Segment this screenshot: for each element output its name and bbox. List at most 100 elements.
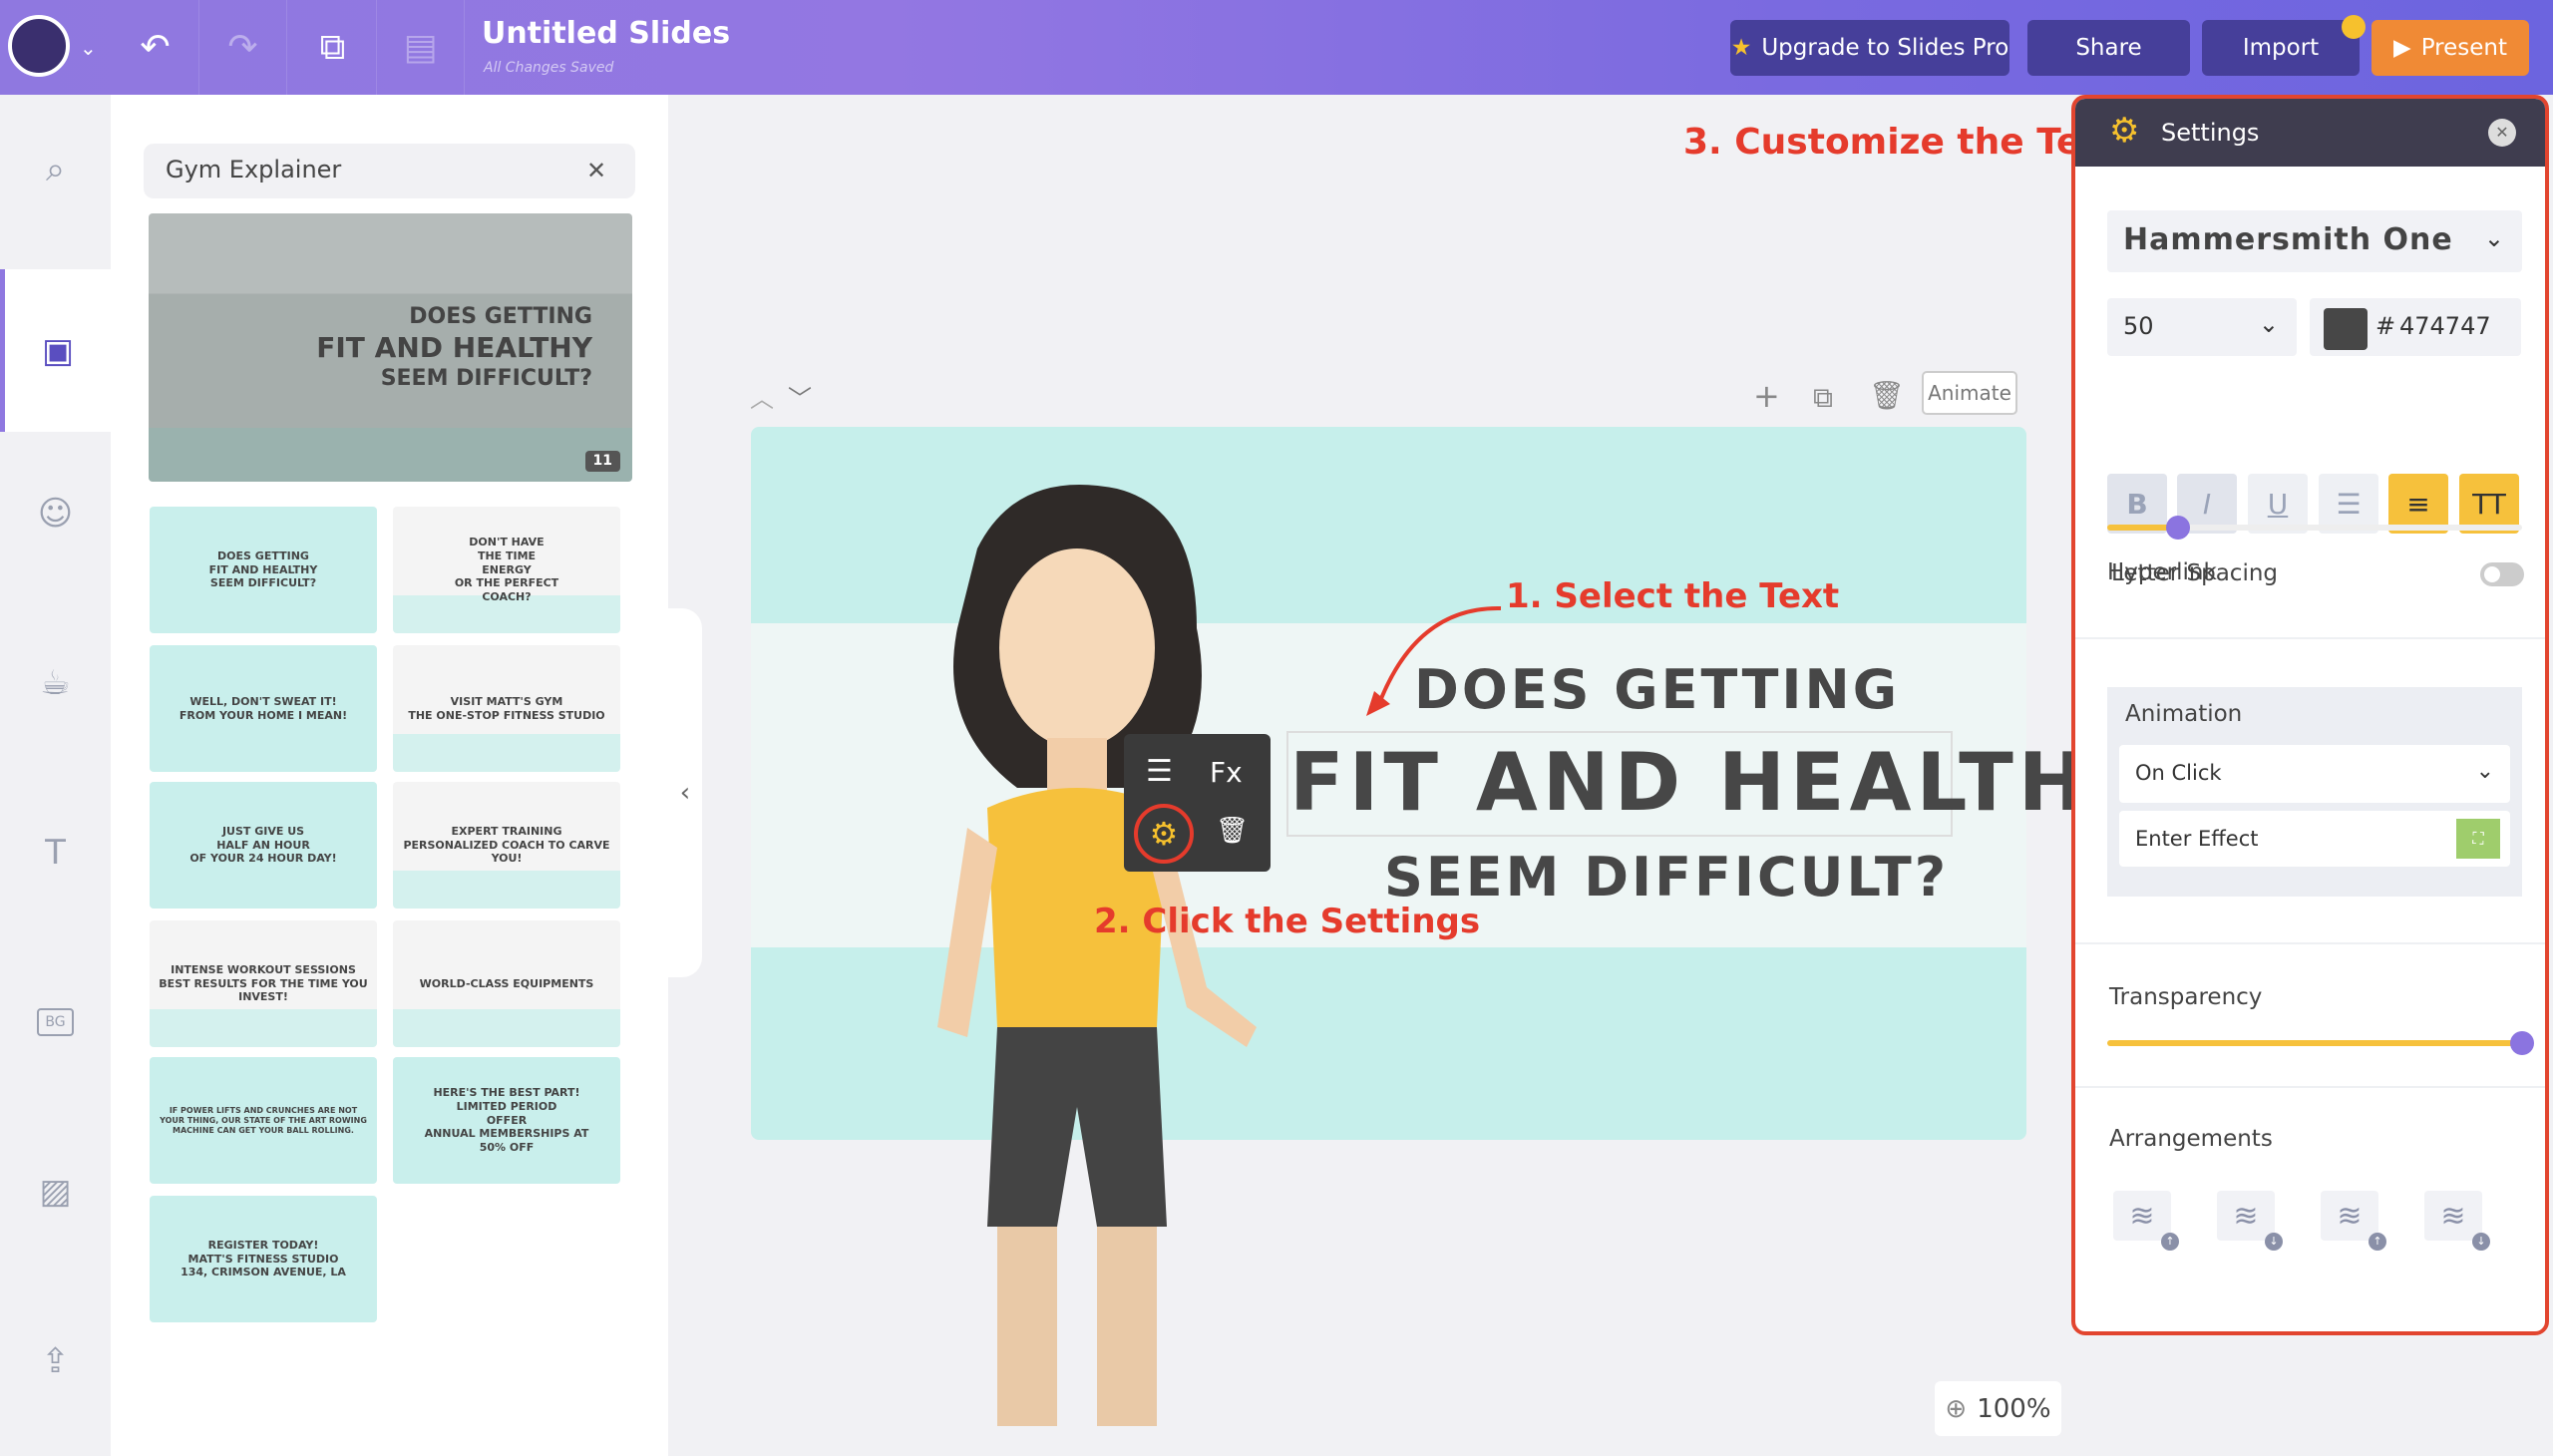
transparency-label: Transparency [2109, 984, 2263, 1010]
bring-to-front-button[interactable]: ≋ ↑ [2113, 1191, 2179, 1251]
thumbnail-text: 50% OFF [479, 1141, 535, 1155]
text-icon[interactable]: T [0, 803, 111, 903]
import-button[interactable]: Import [2202, 20, 2360, 76]
featured-line: DOES GETTING [409, 303, 592, 329]
character-illustration[interactable] [898, 469, 1316, 1456]
color-hex-value: 474747 [2399, 312, 2491, 340]
slide-text-line2[interactable]: FIT AND HEALTHY [1289, 736, 2153, 829]
bring-forward-button[interactable]: ≋ ↑ [2321, 1191, 2386, 1251]
upgrade-button[interactable]: ★ Upgrade to Slides Pro [1730, 20, 2009, 76]
character-icon[interactable]: ☺ [0, 464, 111, 563]
thumbnail-text: FIT AND HEALTHY [208, 562, 318, 576]
slide-thumbnail[interactable]: WORLD-CLASS EQUIPMENTS [393, 920, 620, 1047]
premium-badge-icon [2342, 15, 2366, 39]
transparency-slider[interactable] [2107, 1031, 2534, 1055]
color-swatch[interactable] [2324, 308, 2368, 350]
search-icon[interactable]: ⌕ [0, 120, 111, 219]
chevron-down-icon: ⌄ [2475, 759, 2494, 784]
slide-thumbnail[interactable]: DOES GETTING FIT AND HEALTHY SEEM DIFFICUL… [150, 507, 377, 633]
send-backward-button[interactable]: ≋ ↓ [2424, 1191, 2490, 1251]
enter-effect-label: Enter Effect [2135, 827, 2259, 851]
settings-header: ⚙ Settings ✕ [2075, 99, 2545, 167]
context-toolbar: ☰ Fx ⚙ 🗑 [1124, 734, 1271, 872]
arrangements-label: Arrangements [2109, 1126, 2273, 1152]
clipboard-icon[interactable]: ▤ [377, 0, 465, 95]
slide-thumbnail[interactable]: DON'T HAVE THE TIME ENERGY OR THE PERFECT CO… [393, 507, 620, 633]
delete-element-icon[interactable]: 🗑 [1216, 816, 1249, 846]
thumbnail-text: SEEM DIFFICULT? [209, 576, 317, 590]
align-icon[interactable]: ☰ [1146, 754, 1173, 789]
thumbnail-text: WORLD-CLASS EQUIPMENTS [419, 976, 594, 990]
featured-template[interactable]: DOES GETTING FIT AND HEALTHY SEEM DIFFIC… [149, 213, 632, 482]
thumbnail-text: BEST RESULTS FOR THE TIME YOU INVEST! [159, 976, 368, 1004]
effects-button[interactable]: Fx [1210, 756, 1243, 789]
slide-thumbnail[interactable]: REGISTER TODAY! MATT'S FITNESS STUDIO 134,… [150, 1196, 377, 1322]
transparency-thumb[interactable] [2510, 1031, 2534, 1055]
thumbnail-text: MATT'S FITNESS STUDIO [187, 1252, 339, 1266]
share-button[interactable]: Share [2027, 20, 2190, 76]
annotation-step1: 1. Select the Text [1506, 576, 1840, 616]
add-slide-icon[interactable]: + [1753, 377, 1780, 415]
move-down-icon[interactable]: ﹀ [788, 379, 812, 414]
search-input[interactable]: Gym Explainer [144, 144, 635, 198]
present-label: Present [2420, 35, 2507, 61]
letter-spacing-thumb[interactable] [2165, 516, 2190, 540]
clear-search-icon[interactable]: ✕ [586, 157, 606, 184]
featured-line: FIT AND HEALTHY [316, 331, 592, 364]
star-icon: ★ [1730, 35, 1752, 61]
color-field[interactable]: #474747 [2310, 298, 2521, 356]
animation-trigger-select[interactable]: On Click ⌄ [2119, 745, 2510, 803]
annotation-arrow [1366, 605, 1502, 716]
hyperlink-toggle[interactable] [2480, 562, 2524, 586]
save-status: All Changes Saved [484, 60, 614, 76]
slide-thumbnail[interactable]: JUST GIVE US HALF AN HOUR OF YOUR 24 HOUR … [150, 782, 377, 909]
delete-slide-icon[interactable]: 🗑 [1869, 379, 1905, 412]
slide-thumbnail[interactable]: WELL, DON'T SWEAT IT! FROM YOUR HOME I ME… [150, 645, 377, 772]
slide-thumbnail[interactable]: HERE'S THE BEST PART! LIMITED PERIOD OFFER… [393, 1057, 620, 1184]
zoom-level: 100% [1977, 1393, 2051, 1424]
slide-thumbnail[interactable]: VISIT MATT'S GYM THE ONE-STOP FITNESS STU… [393, 645, 620, 772]
trigger-value: On Click [2135, 761, 2222, 785]
enter-effect-field[interactable]: Enter Effect ⛶ [2119, 811, 2510, 867]
slides-icon[interactable]: ▣ [0, 269, 111, 432]
thumbnail-text: JUST GIVE US [221, 824, 305, 838]
divider [2075, 942, 2545, 944]
font-size-select[interactable]: 50 ⌄ [2107, 298, 2297, 356]
copy-slide-icon[interactable]: ⧉ [1813, 381, 1833, 415]
present-button[interactable]: ▶ Present [2371, 20, 2529, 76]
move-up-icon[interactable]: ︿ [750, 379, 774, 414]
close-icon[interactable]: ✕ [2488, 119, 2516, 147]
settings-gear-icon[interactable]: ⚙ [1134, 804, 1194, 864]
slide-thumbnail[interactable]: EXPERT TRAINING PERSONALIZED COACH TO CAR… [393, 782, 620, 909]
upload-icon[interactable]: ⇪ [0, 1311, 111, 1411]
slide-thumbnail[interactable]: IF POWER LIFTS AND CRUNCHES ARE NOT YOUR… [150, 1057, 377, 1184]
thumbnail-text: ENERGY [482, 562, 532, 576]
slide-thumbnail[interactable]: INTENSE WORKOUT SESSIONS BEST RESULTS FOR… [150, 920, 377, 1047]
chevron-down-icon[interactable]: ⌄ [80, 36, 97, 60]
divider [2075, 637, 2545, 639]
annotation-step2: 2. Click the Settings [1094, 902, 1481, 941]
thumbnail-text: WELL, DON'T SWEAT IT! [189, 694, 337, 708]
chevron-down-icon: ⌄ [2483, 224, 2504, 252]
image-icon[interactable]: ▨ [0, 1142, 111, 1242]
props-icon[interactable]: ☕ [0, 633, 111, 733]
slide-count-badge: 11 [584, 450, 620, 472]
collapse-panel-handle[interactable]: ‹ [668, 608, 702, 977]
redo-icon[interactable]: ↷ [199, 0, 287, 95]
document-title[interactable]: Untitled Slides [482, 16, 730, 51]
undo-icon[interactable]: ↶ [112, 0, 199, 95]
letter-spacing-slider[interactable] [2107, 516, 2522, 540]
thumbnail-text: HERE'S THE BEST PART! [433, 1086, 580, 1100]
animate-button[interactable]: Animate [1922, 371, 2017, 415]
send-to-back-button[interactable]: ≋ ↓ [2217, 1191, 2283, 1251]
effect-picker-icon[interactable]: ⛶ [2456, 819, 2500, 859]
slide-text-line3[interactable]: SEEM DIFFICULT? [1384, 846, 1949, 909]
duplicate-icon[interactable]: ⧉ [289, 0, 377, 95]
background-icon[interactable]: BG [0, 972, 111, 1072]
thumbnail-text: INTENSE WORKOUT SESSIONS [171, 962, 356, 976]
font-family-select[interactable]: Hammersmith One ⌄ [2107, 210, 2522, 272]
app-logo[interactable] [8, 15, 70, 77]
featured-line: SEEM DIFFICULT? [380, 366, 592, 391]
zoom-control[interactable]: ⊕ 100% [1935, 1381, 2061, 1436]
thumbnail-text: OF YOUR 24 HOUR DAY! [189, 852, 337, 866]
